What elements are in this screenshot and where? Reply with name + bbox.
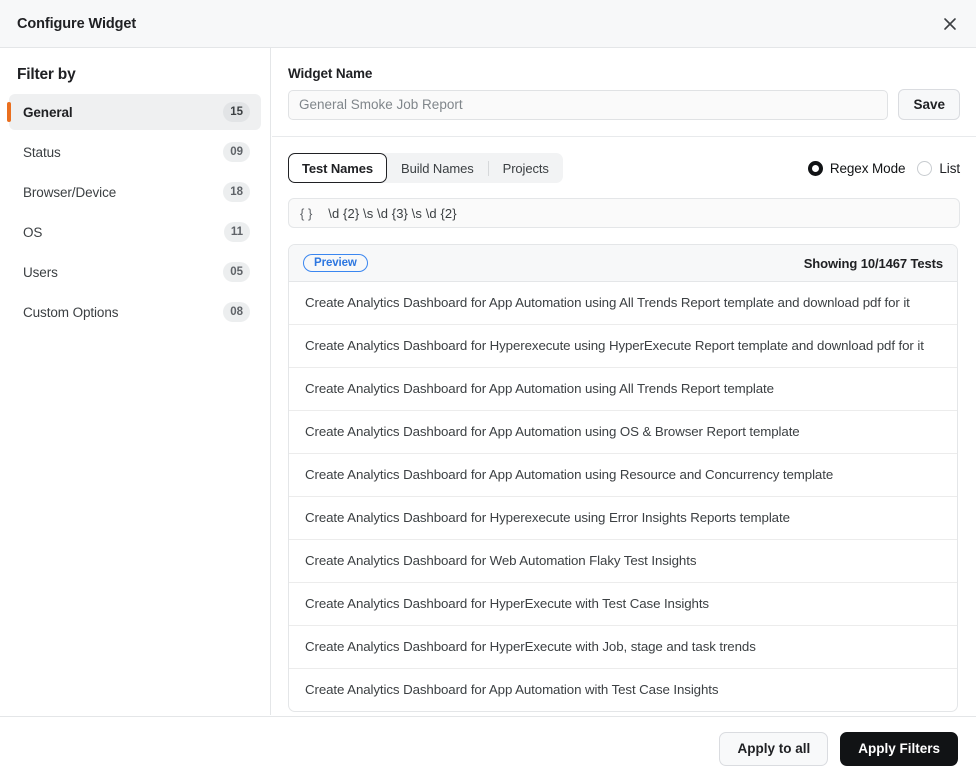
list-item[interactable]: Create Analytics Dashboard for App Autom… xyxy=(289,368,957,411)
radio-regex-mode[interactable]: Regex Mode xyxy=(808,161,906,176)
sidebar-item-count: 09 xyxy=(223,142,250,162)
widget-name-input[interactable] xyxy=(288,90,888,120)
mode-radio-group: Regex Mode List xyxy=(808,161,960,176)
preview-list: Create Analytics Dashboard for App Autom… xyxy=(289,282,957,711)
tab-build-names[interactable]: Build Names xyxy=(387,153,488,183)
regex-value: \d {2} \s \d {3} \s \d {2} xyxy=(328,206,456,221)
radio-label: Regex Mode xyxy=(830,161,906,176)
radio-selected-icon xyxy=(808,161,823,176)
widget-name-row: Save xyxy=(288,89,960,120)
sidebar-item-count: 05 xyxy=(223,262,250,282)
sidebar-item-count: 11 xyxy=(224,222,250,242)
sidebar-item-label: OS xyxy=(23,225,42,240)
radio-list-mode[interactable]: List xyxy=(917,161,960,176)
regex-braces-icon: { } xyxy=(300,206,312,221)
sidebar-item-browser-device[interactable]: Browser/Device 18 xyxy=(9,174,261,210)
sidebar-item-custom-options[interactable]: Custom Options 08 xyxy=(9,294,261,330)
main-panel: Widget Name Save Test Names Build Names … xyxy=(272,48,976,715)
list-item[interactable]: Create Analytics Dashboard for App Autom… xyxy=(289,411,957,454)
sidebar-list: General 15 Status 09 Browser/Device 18 O… xyxy=(0,94,270,330)
apply-to-all-button[interactable]: Apply to all xyxy=(719,732,828,766)
modal-header: Configure Widget xyxy=(0,0,976,48)
showing-count: Showing 10/1467 Tests xyxy=(804,256,943,271)
tab-test-names[interactable]: Test Names xyxy=(288,153,387,183)
sidebar-item-status[interactable]: Status 09 xyxy=(9,134,261,170)
apply-filters-button[interactable]: Apply Filters xyxy=(840,732,958,766)
list-item[interactable]: Create Analytics Dashboard for HyperExec… xyxy=(289,626,957,669)
close-icon[interactable] xyxy=(936,10,964,38)
modal-footer: Apply to all Apply Filters xyxy=(0,716,976,780)
section-divider xyxy=(272,136,976,137)
save-button[interactable]: Save xyxy=(898,89,960,120)
sidebar-item-os[interactable]: OS 11 xyxy=(9,214,261,250)
sidebar-item-label: Users xyxy=(23,265,58,280)
sidebar-item-label: Custom Options xyxy=(23,305,118,320)
list-item[interactable]: Create Analytics Dashboard for App Autom… xyxy=(289,282,957,325)
tabs-row: Test Names Build Names Projects Regex Mo… xyxy=(288,153,960,183)
sidebar: Filter by General 15 Status 09 Browser/D… xyxy=(0,48,271,715)
sidebar-item-label: Browser/Device xyxy=(23,185,116,200)
list-item[interactable]: Create Analytics Dashboard for App Autom… xyxy=(289,454,957,497)
radio-unselected-icon xyxy=(917,161,932,176)
page-title: Configure Widget xyxy=(17,16,136,32)
sidebar-item-users[interactable]: Users 05 xyxy=(9,254,261,290)
configure-widget-modal: Configure Widget Filter by General 15 St… xyxy=(0,0,976,780)
preview-panel: Preview Showing 10/1467 Tests Create Ana… xyxy=(288,244,958,712)
tab-projects[interactable]: Projects xyxy=(489,153,563,183)
sidebar-item-count: 15 xyxy=(223,102,250,122)
sidebar-item-label: Status xyxy=(23,145,61,160)
sidebar-item-label: General xyxy=(23,105,73,120)
preview-header: Preview Showing 10/1467 Tests xyxy=(289,245,957,282)
widget-name-label: Widget Name xyxy=(288,66,976,81)
tab-group: Test Names Build Names Projects xyxy=(288,153,563,183)
list-item[interactable]: Create Analytics Dashboard for Hyperexec… xyxy=(289,497,957,540)
sidebar-item-count: 18 xyxy=(223,182,250,202)
radio-label: List xyxy=(939,161,960,176)
regex-input[interactable]: { } \d {2} \s \d {3} \s \d {2} xyxy=(288,198,960,228)
list-item[interactable]: Create Analytics Dashboard for App Autom… xyxy=(289,669,957,711)
sidebar-heading: Filter by xyxy=(17,66,270,84)
list-item[interactable]: Create Analytics Dashboard for HyperExec… xyxy=(289,583,957,626)
list-item[interactable]: Create Analytics Dashboard for Hyperexec… xyxy=(289,325,957,368)
status-badge: Preview xyxy=(303,254,368,272)
sidebar-item-general[interactable]: General 15 xyxy=(9,94,261,130)
sidebar-item-count: 08 xyxy=(223,302,250,322)
list-item[interactable]: Create Analytics Dashboard for Web Autom… xyxy=(289,540,957,583)
